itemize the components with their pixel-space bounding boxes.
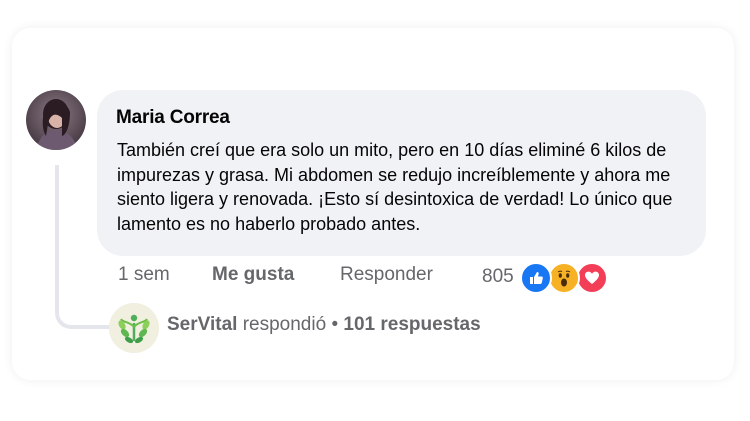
comment-bubble: Maria Correa También creí que era solo u… [97, 90, 706, 256]
reply-button[interactable]: Responder [340, 264, 433, 288]
reactions-summary[interactable] [520, 262, 610, 294]
replies-count[interactable]: 101 respuestas [343, 314, 480, 335]
reply-separator: • [331, 314, 339, 335]
comment-author[interactable]: Maria Correa [116, 107, 230, 129]
comment-timestamp[interactable]: 1 sem [118, 264, 170, 288]
love-icon [576, 262, 608, 294]
comment-text: También creí que era solo un mito, pero … [117, 140, 673, 234]
commenter-avatar[interactable] [26, 90, 86, 150]
like-icon [520, 262, 552, 294]
like-button[interactable]: Me gusta [212, 264, 294, 288]
reply-action: respondió [242, 314, 327, 335]
reaction-count[interactable]: 805 [482, 266, 514, 290]
page-avatar[interactable] [109, 303, 159, 353]
reply-page-name[interactable]: SerVital [167, 314, 237, 335]
wow-icon [548, 262, 580, 294]
replies-summary[interactable]: SerVital respondió • 101 respuestas [167, 314, 481, 336]
